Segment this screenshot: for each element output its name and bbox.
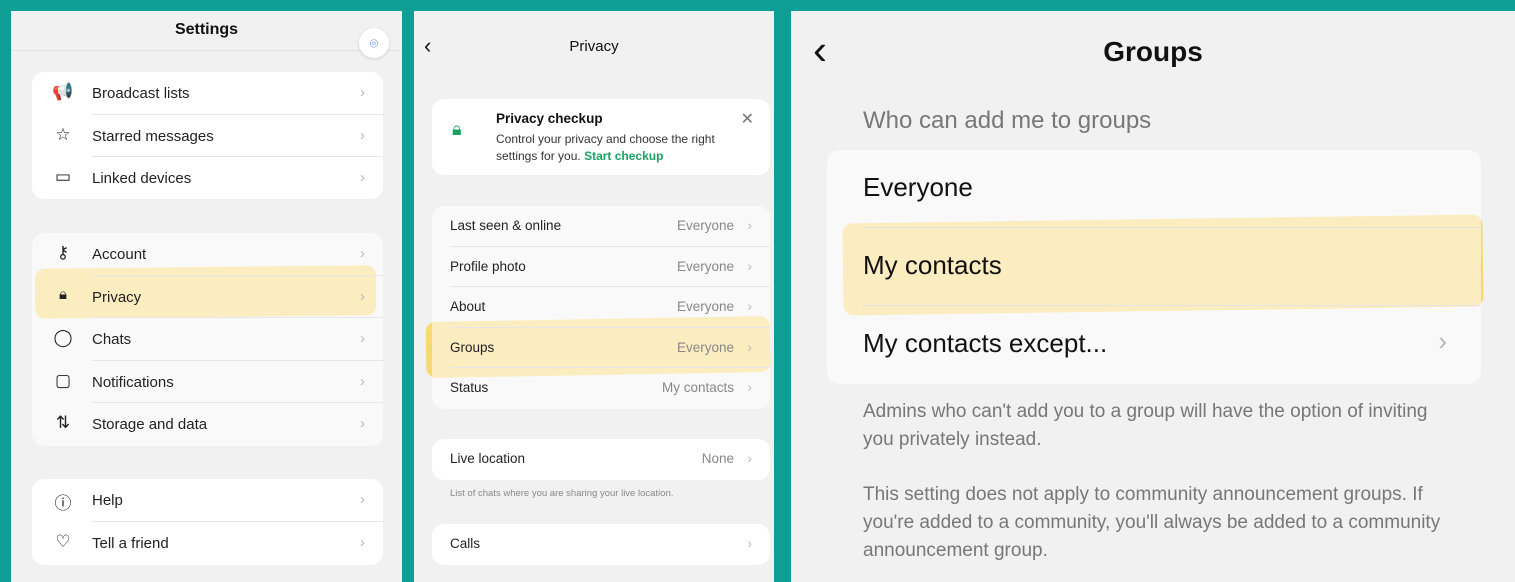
chevron-right-icon: ›	[747, 338, 752, 355]
row-label: Calls	[450, 536, 481, 551]
settings-item-notifications[interactable]: ▢ Notifications ›	[32, 361, 383, 403]
notification-icon: ▢	[54, 370, 72, 390]
privacy-checkup-card[interactable]: 🔒︎ Privacy checkup Control your privacy …	[432, 99, 770, 175]
lock-check-icon: 🔒︎	[452, 119, 462, 139]
settings-panel: Settings ⌾ 📢 Broadcast lists › ☆ Starred…	[11, 11, 402, 582]
qr-camera-icon[interactable]: ⌾	[359, 28, 389, 58]
info-icon: ⓘ	[54, 494, 72, 513]
option-everyone[interactable]: Everyone	[827, 150, 1481, 228]
chevron-right-icon: ›	[360, 491, 365, 508]
settings-title: Settings	[174, 21, 239, 38]
settings-item-starred-messages[interactable]: ☆ Starred messages ›	[32, 115, 383, 157]
settings-group-2: ⚷ Account › 🔒︎ Privacy › ◯ Chats › ▢ Not…	[32, 233, 383, 446]
chevron-right-icon: ›	[360, 245, 365, 262]
privacy-row-calls[interactable]: Calls ›	[432, 524, 770, 565]
chevron-right-icon: ›	[360, 372, 365, 390]
settings-item-broadcast-lists[interactable]: 📢 Broadcast lists ›	[32, 72, 383, 115]
privacy-list: Last seen & online Everyone › Profile ph…	[432, 206, 770, 409]
checkup-description: Control your privacy and choose the righ…	[496, 131, 752, 165]
settings-item-label: Privacy	[92, 288, 142, 306]
row-value: Everyone	[676, 258, 734, 274]
settings-item-label: Linked devices	[92, 170, 192, 187]
chevron-right-icon: ›	[1438, 326, 1447, 356]
row-value: Everyone	[676, 299, 734, 314]
live-location-card: Live location None ›	[432, 439, 770, 480]
privacy-row-about[interactable]: About Everyone ›	[432, 287, 770, 328]
settings-group-1: 📢 Broadcast lists › ☆ Starred messages ›…	[32, 72, 383, 199]
groups-title: Groups	[1103, 36, 1203, 67]
settings-item-label: Tell a friend	[92, 534, 169, 552]
megaphone-icon: 📢	[52, 82, 74, 101]
chevron-right-icon: ›	[747, 535, 752, 551]
row-value: None	[701, 451, 734, 466]
groups-section-header: Who can add me to groups	[863, 107, 1152, 134]
settings-item-label: Broadcast lists	[92, 85, 190, 102]
row-label: Status	[450, 380, 489, 395]
chevron-right-icon: ›	[360, 169, 365, 186]
settings-item-label: Account	[92, 246, 147, 263]
settings-header: Settings	[11, 11, 402, 51]
chevron-right-icon: ›	[360, 330, 365, 347]
chevron-right-icon: ›	[747, 217, 752, 233]
settings-item-label: Notifications	[92, 373, 174, 391]
option-label: My contacts	[863, 250, 1002, 280]
groups-note-community: This setting does not apply to community…	[863, 484, 1441, 561]
chevron-right-icon: ›	[747, 450, 752, 466]
option-label: My contacts except...	[863, 328, 1108, 358]
settings-item-privacy[interactable]: 🔒︎ Privacy ›	[32, 276, 383, 318]
live-location-note: List of chats where you are sharing your…	[450, 488, 674, 499]
chat-bubble-icon: ◯	[53, 328, 73, 347]
option-label: Everyone	[863, 172, 973, 202]
row-label: Last seen & online	[450, 218, 562, 233]
privacy-row-status[interactable]: Status My contacts ›	[432, 368, 770, 409]
chevron-right-icon: ›	[360, 84, 365, 101]
row-label: About	[450, 299, 486, 314]
settings-item-label: Chats	[92, 331, 132, 348]
chevron-right-icon: ›	[747, 379, 752, 395]
settings-item-linked-devices[interactable]: ▭ Linked devices ›	[32, 157, 383, 200]
settings-item-label: Help	[92, 492, 123, 509]
star-icon: ☆	[55, 124, 71, 144]
settings-item-storage-and-data[interactable]: ⇅ Storage and data ›	[32, 403, 383, 446]
checkup-title: Privacy checkup	[496, 111, 603, 126]
row-value: Everyone	[676, 339, 734, 355]
settings-group-3: ⓘ Help › ♡ Tell a friend ›	[32, 479, 383, 565]
settings-item-label: Starred messages	[92, 127, 214, 145]
privacy-row-profile-photo[interactable]: Profile photo Everyone ›	[432, 247, 770, 287]
chevron-right-icon: ›	[360, 287, 365, 305]
groups-options-card: Everyone My contacts My contacts except.…	[827, 150, 1481, 384]
privacy-panel: ‹ Privacy 🔒︎ Privacy checkup Control you…	[414, 11, 774, 582]
chevron-right-icon: ›	[360, 126, 365, 144]
settings-item-tell-a-friend[interactable]: ♡ Tell a friend ›	[32, 522, 383, 565]
privacy-row-last-seen[interactable]: Last seen & online Everyone ›	[432, 206, 770, 247]
settings-item-account[interactable]: ⚷ Account ›	[32, 233, 383, 276]
groups-note-admins: Admins who can't add you to a group will…	[863, 401, 1428, 450]
row-label: Profile photo	[450, 258, 526, 274]
option-my-contacts-except[interactable]: My contacts except... ›	[827, 306, 1481, 384]
privacy-title: Privacy	[569, 38, 619, 55]
settings-item-label: Storage and data	[92, 416, 208, 433]
chevron-right-icon: ›	[360, 533, 365, 551]
privacy-row-groups[interactable]: Groups Everyone ›	[432, 328, 770, 368]
privacy-row-live-location[interactable]: Live location None ›	[432, 439, 770, 480]
row-value: Everyone	[676, 218, 734, 233]
start-checkup-link[interactable]: Start checkup	[584, 149, 663, 163]
row-label: Live location	[450, 451, 526, 466]
chevron-right-icon: ›	[747, 257, 752, 274]
key-icon: ⚷	[56, 243, 70, 262]
calls-card: Calls ›	[432, 524, 770, 565]
option-my-contacts[interactable]: My contacts	[827, 228, 1481, 306]
groups-panel: ‹ Groups Who can add me to groups Everyo…	[791, 11, 1515, 582]
laptop-icon: ▭	[54, 167, 72, 186]
row-value: My contacts	[661, 380, 734, 395]
arrows-updown-icon: ⇅	[55, 413, 71, 432]
chevron-right-icon: ›	[747, 298, 752, 314]
settings-item-help[interactable]: ⓘ Help ›	[32, 479, 383, 522]
row-label: Groups	[450, 339, 495, 355]
chevron-right-icon: ›	[360, 415, 365, 432]
heart-icon: ♡	[55, 531, 71, 551]
lock-icon: 🔒︎	[59, 285, 67, 303]
close-icon[interactable]: ✕	[741, 109, 754, 129]
settings-item-chats[interactable]: ◯ Chats ›	[32, 318, 383, 361]
